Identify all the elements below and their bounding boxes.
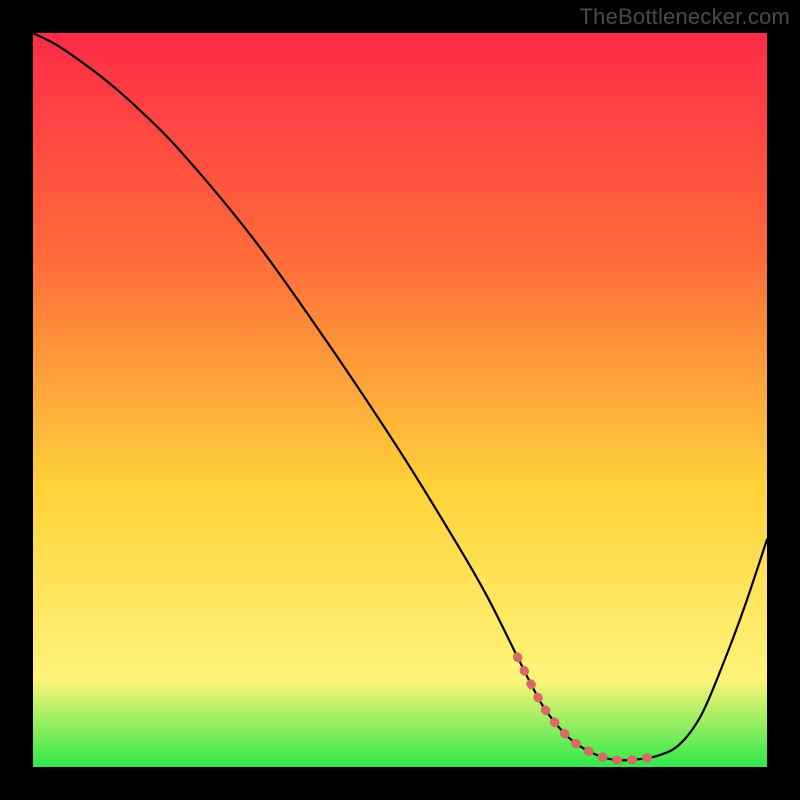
bottleneck-plot (33, 33, 767, 767)
chart-frame: TheBottlenecker.com (0, 0, 800, 800)
plot-svg (33, 33, 767, 767)
attribution-text: TheBottlenecker.com (580, 4, 790, 30)
plot-background (33, 33, 767, 767)
